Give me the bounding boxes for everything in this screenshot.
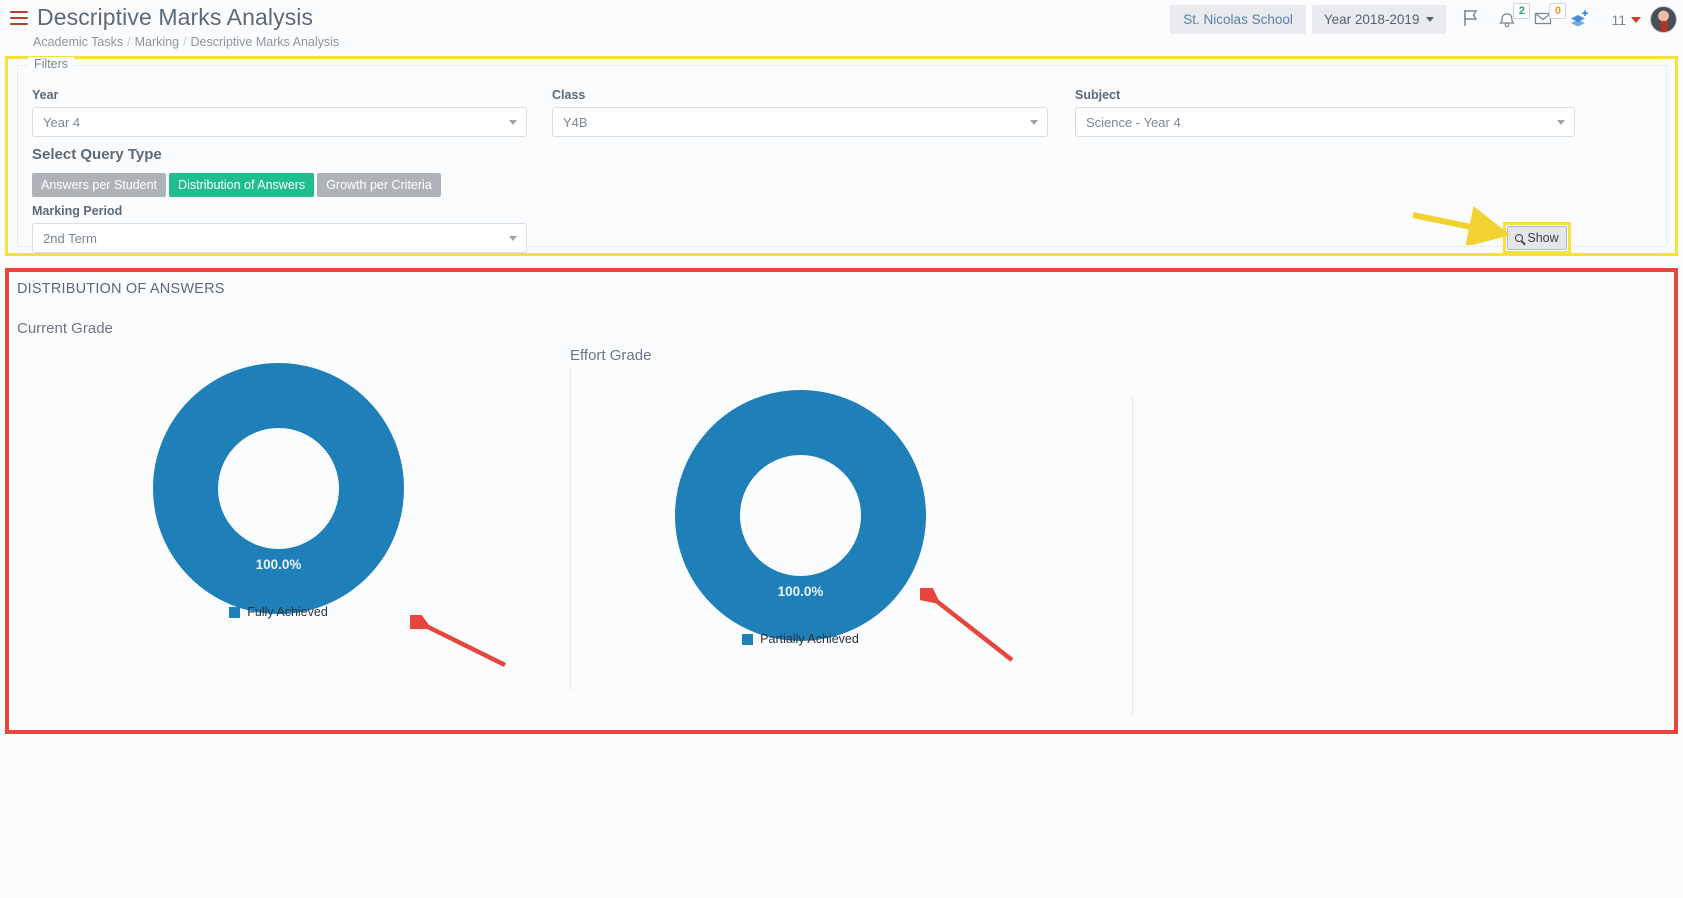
panel-divider-2 <box>1132 397 1133 715</box>
query-type-buttons: Answers per Student Distribution of Answ… <box>32 173 441 197</box>
donut-svg[interactable] <box>674 389 927 642</box>
class-label: Class <box>552 88 586 102</box>
marking-period-filter: 2nd Term <box>32 223 527 253</box>
year-filter: Year Year 4 <box>32 88 527 137</box>
current-grade-legend-label: Fully Achieved <box>247 605 328 619</box>
chevron-down-icon <box>1426 17 1435 22</box>
query-type-title: Select Query Type <box>32 146 162 163</box>
breadcrumb-item-2[interactable]: Marking <box>135 35 179 49</box>
marking-period-select[interactable]: 2nd Term <box>32 223 527 253</box>
envelope-badge: 0 <box>1549 2 1567 19</box>
effort-grade-legend-label: Partially Achieved <box>760 632 859 646</box>
academic-year-selector[interactable]: Year 2018-2019 <box>1311 5 1447 34</box>
page-title: Descriptive Marks Analysis <box>37 4 314 30</box>
year-value: Year 4 <box>43 114 81 130</box>
marking-period-value: 2nd Term <box>43 230 97 246</box>
filters-fieldset: Filters Year Year 4 Class Y4B Subject Sc… <box>17 57 1667 254</box>
legend-swatch-icon <box>229 606 241 618</box>
class-value: Y4B <box>563 114 588 130</box>
subject-select[interactable]: Science - Year 4 <box>1075 107 1575 137</box>
results-title: DISTRIBUTION OF ANSWERS <box>17 281 225 297</box>
show-button[interactable]: Show <box>1507 226 1567 250</box>
subject-value: Science - Year 4 <box>1086 114 1181 130</box>
search-icon <box>1515 234 1524 242</box>
filters-panel-highlight: Filters Year Year 4 Class Y4B Subject Sc… <box>5 56 1678 256</box>
subject-label: Subject <box>1075 88 1121 102</box>
breadcrumb-item-3: Descriptive Marks Analysis <box>190 35 340 49</box>
results-panel-highlight: DISTRIBUTION OF ANSWERS Current Grade Ef… <box>5 268 1678 734</box>
year-label: Year <box>32 88 59 102</box>
layers-add-icon[interactable] <box>1568 7 1598 33</box>
panel-divider-1 <box>570 368 571 690</box>
query-type-distribution-of-answers[interactable]: Distribution of Answers <box>169 173 315 197</box>
legend-swatch-icon <box>742 633 754 645</box>
breadcrumb-separator: / <box>183 35 187 49</box>
query-type-growth-per-criteria[interactable]: Growth per Criteria <box>317 173 441 197</box>
avatar[interactable] <box>1650 6 1677 33</box>
show-button-highlight: Show <box>1503 222 1571 254</box>
chevron-down-icon <box>509 120 517 125</box>
chart-title-current-grade: Current Grade <box>17 320 113 337</box>
marking-period-label: Marking Period <box>32 204 123 218</box>
chart-title-effort-grade: Effort Grade <box>570 347 652 364</box>
top-right-toolbar: St. Nicolas School Year 2018-2019 2 0 11 <box>1170 2 1677 34</box>
user-count: 11 <box>1611 11 1626 28</box>
school-selector[interactable]: St. Nicolas School <box>1170 5 1306 34</box>
show-button-label: Show <box>1527 231 1559 245</box>
flag-icon[interactable] <box>1460 7 1490 33</box>
breadcrumb-item-1[interactable]: Academic Tasks <box>33 35 123 49</box>
donut-svg[interactable] <box>152 362 405 615</box>
year-select[interactable]: Year 4 <box>32 107 527 137</box>
hamburger-icon[interactable] <box>10 11 28 25</box>
class-filter: Class Y4B <box>552 88 1048 137</box>
bell-badge: 2 <box>1513 2 1531 19</box>
user-menu-chevron-icon[interactable] <box>1631 16 1641 23</box>
effort-grade-legend[interactable]: Partially Achieved <box>674 632 927 646</box>
effort-grade-donut-chart: 100.0% Partially Achieved <box>674 389 927 647</box>
current-grade-data-label: 100.0% <box>255 557 302 572</box>
filters-legend: Filters <box>28 57 75 71</box>
breadcrumb-separator: / <box>127 35 131 49</box>
effort-grade-data-label: 100.0% <box>777 584 824 599</box>
current-grade-donut-chart: 100.0% Fully Achieved <box>152 362 405 620</box>
chevron-down-icon <box>509 236 517 241</box>
query-type-answers-per-student[interactable]: Answers per Student <box>32 173 167 197</box>
breadcrumb: Academic Tasks / Marking / Descriptive Marks… <box>33 35 339 49</box>
subject-filter: Subject Science - Year 4 <box>1075 88 1575 137</box>
class-select[interactable]: Y4B <box>552 107 1048 137</box>
envelope-icon[interactable]: 0 <box>1532 2 1567 33</box>
academic-year-label: Year 2018-2019 <box>1323 12 1420 27</box>
bell-icon[interactable]: 2 <box>1496 2 1531 33</box>
chevron-down-icon <box>1557 120 1565 125</box>
top-bar: Descriptive Marks Analysis Academic Task… <box>0 0 1683 56</box>
current-grade-legend[interactable]: Fully Achieved <box>152 605 405 619</box>
chevron-down-icon <box>1030 120 1038 125</box>
